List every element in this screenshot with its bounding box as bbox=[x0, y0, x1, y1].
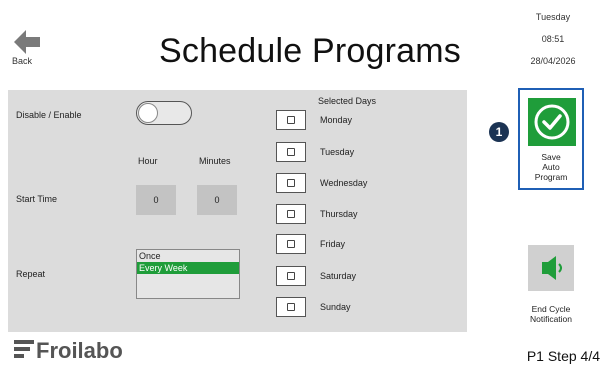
repeat-option-every-week[interactable]: Every Week bbox=[137, 262, 239, 274]
day-label: Tuesday bbox=[320, 147, 355, 157]
checkbox-icon bbox=[276, 266, 306, 286]
check-circle-icon bbox=[528, 98, 576, 146]
toggle-knob bbox=[138, 103, 158, 123]
day-label: Sunday bbox=[320, 302, 351, 312]
page-title: Schedule Programs bbox=[159, 32, 461, 70]
checkbox-icon bbox=[276, 142, 306, 162]
day-label: Friday bbox=[320, 239, 346, 249]
repeat-label: Repeat bbox=[16, 269, 46, 279]
checkbox-icon bbox=[276, 173, 306, 193]
checkbox-icon bbox=[276, 234, 306, 254]
day-label: Saturday bbox=[320, 271, 357, 281]
end-cycle-label: End Cycle Notification bbox=[529, 304, 573, 324]
repeat-option-once[interactable]: Once bbox=[137, 250, 239, 262]
checkbox-icon bbox=[276, 110, 306, 130]
enable-toggle[interactable] bbox=[136, 101, 192, 125]
brand-name: Froilabo bbox=[36, 338, 123, 363]
end-cycle-notification-button[interactable] bbox=[528, 245, 574, 291]
day-label: Monday bbox=[320, 115, 353, 125]
hour-label: Hour bbox=[138, 156, 158, 166]
minutes-label: Minutes bbox=[199, 156, 231, 166]
minutes-input[interactable]: 0 bbox=[197, 185, 237, 215]
brand-logo: Froilabo bbox=[14, 338, 123, 365]
froilabo-logo-icon bbox=[14, 340, 34, 358]
day-label: Thursday bbox=[320, 209, 358, 219]
enable-label: Disable / Enable bbox=[16, 110, 82, 120]
step-callout-badge: 1 bbox=[489, 122, 509, 142]
checkbox-icon bbox=[276, 204, 306, 224]
clock-time: 08:51 bbox=[541, 34, 565, 44]
hour-input[interactable]: 0 bbox=[136, 185, 176, 215]
clock-date: 28/04/2026 bbox=[530, 56, 576, 66]
step-indicator: P1 Step 4/4 bbox=[526, 348, 600, 364]
checkbox-icon bbox=[276, 297, 306, 317]
day-label: Wednesday bbox=[320, 178, 368, 188]
save-auto-program-button[interactable]: Save Auto Program bbox=[518, 88, 584, 190]
save-label: Save Auto Program bbox=[534, 152, 568, 182]
selected-days-title: Selected Days bbox=[318, 96, 377, 106]
day-label: Tuesday bbox=[535, 12, 571, 22]
start-time-label: Start Time bbox=[16, 194, 58, 204]
repeat-select[interactable]: Once Every Week bbox=[136, 249, 240, 299]
speaker-icon bbox=[542, 256, 562, 280]
